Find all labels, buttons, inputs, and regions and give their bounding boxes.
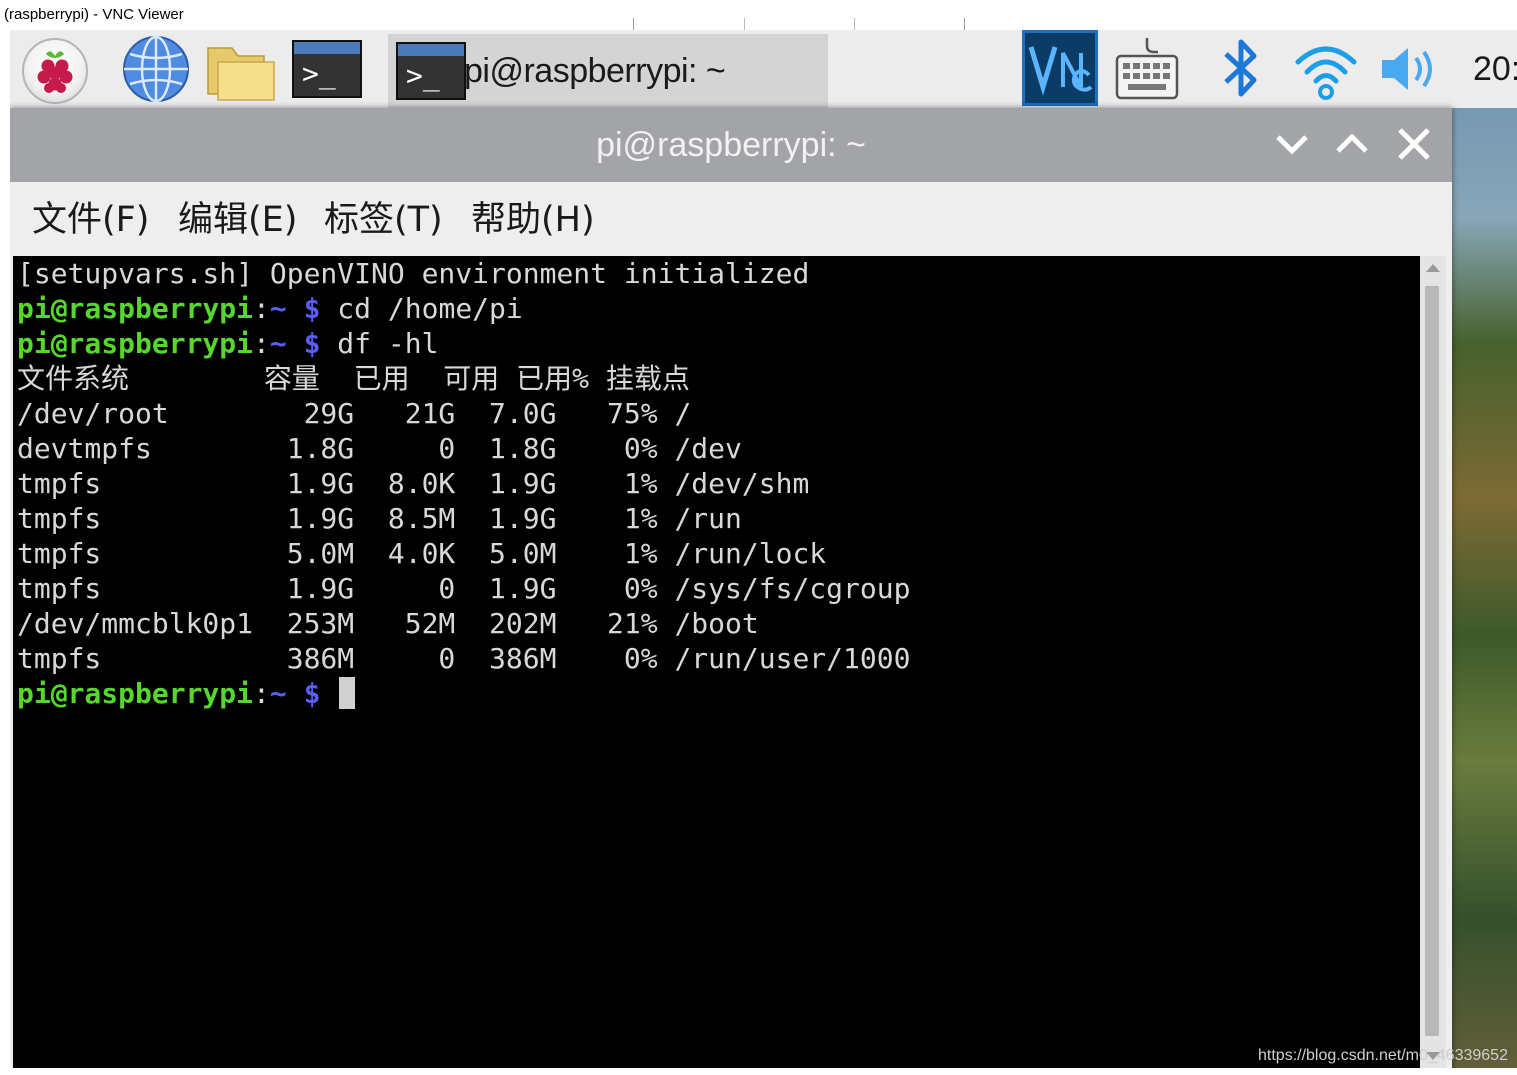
folder-icon[interactable]	[206, 38, 276, 104]
taskbar-window-terminal[interactable]: >_ pi@raspberrypi: ~	[388, 34, 828, 108]
terminal-output[interactable]: [setupvars.sh] OpenVINO environment init…	[13, 256, 1420, 1068]
menu-file[interactable]: 文件(F)	[32, 198, 149, 242]
vnc-server-icon[interactable]	[1022, 30, 1098, 106]
vnc-bottom-border	[0, 1068, 1517, 1075]
scrollbar-thumb[interactable]	[1425, 286, 1439, 1036]
df-row: tmpfs 1.9G 8.0K 1.9G 1% /dev/shm	[17, 467, 810, 500]
close-icon[interactable]	[1394, 124, 1434, 164]
taskbar-window-label: pi@raspberrypi: ~	[464, 52, 726, 90]
prompt-user: pi@raspberrypi	[17, 292, 254, 325]
df-header: 文件系统 容量 已用 可用 已用% 挂载点	[17, 362, 690, 395]
terminal-icon[interactable]: >_	[292, 40, 364, 100]
remote-desktop: >_ >_ pi@raspberrypi: ~ 20: pi@raspberry…	[10, 30, 1517, 1075]
watermark: https://blog.csdn.net/m0_46339652	[1258, 1047, 1508, 1064]
prompt-path: ~ $	[269, 327, 321, 360]
prompt-colon: :	[253, 327, 270, 360]
maximize-icon[interactable]	[1332, 124, 1372, 164]
df-row: tmpfs 386M 0 386M 0% /run/user/1000	[17, 642, 911, 675]
prompt-user: pi@raspberrypi	[17, 677, 254, 710]
terminal-scrollbar[interactable]	[1420, 256, 1446, 1068]
df-row: tmpfs 5.0M 4.0K 5.0M 1% /run/lock	[17, 537, 827, 570]
terminal-title: pi@raspberrypi: ~	[596, 126, 866, 164]
menu-edit[interactable]: 编辑(E)	[178, 198, 297, 242]
init-message: [setupvars.sh] OpenVINO environment init…	[17, 257, 810, 290]
wifi-icon[interactable]	[1294, 36, 1358, 102]
raspberry-icon[interactable]	[22, 38, 88, 104]
command-line: pi@raspberrypi:~ $ df -hl	[17, 326, 910, 361]
prompt-path: ~ $	[269, 677, 321, 710]
scroll-up-arrow-icon[interactable]	[1420, 256, 1446, 280]
command-text: cd /home/pi	[320, 292, 523, 325]
prompt-user: pi@raspberrypi	[17, 327, 254, 360]
volume-icon[interactable]	[1378, 36, 1440, 102]
minimize-icon[interactable]	[1272, 124, 1312, 164]
clock[interactable]: 20:	[1473, 46, 1517, 92]
taskbar: >_ >_ pi@raspberrypi: ~ 20:	[10, 30, 1517, 108]
prompt-path: ~ $	[269, 292, 321, 325]
terminal-menubar: 文件(F) 编辑(E) 标签(T) 帮助(H)	[10, 182, 1452, 256]
text-cursor	[339, 677, 356, 709]
globe-icon[interactable]	[122, 34, 190, 104]
menu-tabs[interactable]: 标签(T)	[324, 198, 443, 242]
prompt-colon: :	[253, 292, 270, 325]
df-row: tmpfs 1.9G 8.5M 1.9G 1% /run	[17, 502, 742, 535]
menu-help[interactable]: 帮助(H)	[471, 198, 595, 242]
command-text: df -hl	[320, 327, 439, 360]
df-row: tmpfs 1.9G 0 1.9G 0% /sys/fs/cgroup	[17, 572, 911, 605]
df-row: devtmpfs 1.8G 0 1.8G 0% /dev	[17, 432, 742, 465]
active-prompt-line[interactable]: pi@raspberrypi:~ $	[17, 676, 910, 711]
df-row: /dev/mmcblk0p1 253M 52M 202M 21% /boot	[17, 607, 759, 640]
terminal-titlebar[interactable]: pi@raspberrypi: ~	[10, 108, 1452, 182]
terminal-icon: >_	[396, 42, 466, 100]
prompt-colon: :	[253, 677, 270, 710]
df-row: /dev/root 29G 21G 7.0G 75% /	[17, 397, 692, 430]
terminal-window: pi@raspberrypi: ~ 文件(F) 编辑(E) 标签(T) 帮助(H…	[10, 108, 1452, 1075]
keyboard-icon[interactable]	[1114, 36, 1180, 102]
command-line: pi@raspberrypi:~ $ cd /home/pi	[17, 291, 910, 326]
bluetooth-icon[interactable]	[1216, 36, 1266, 102]
